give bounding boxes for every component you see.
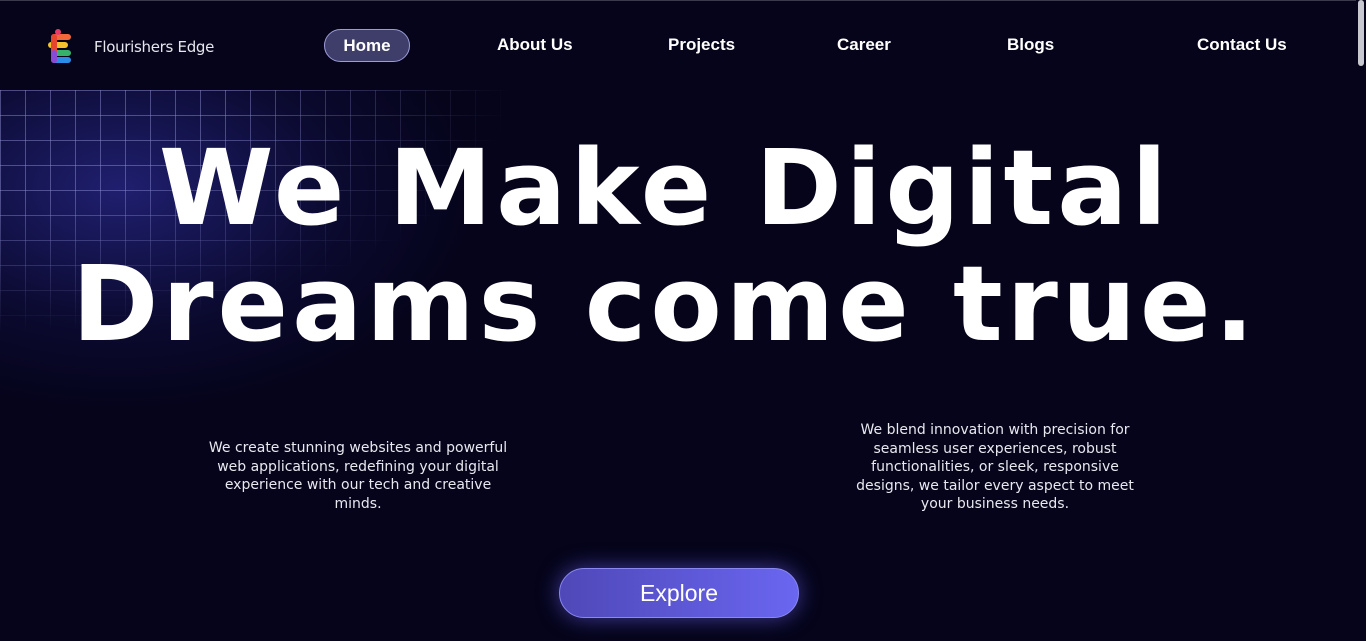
hero-headline: We Make Digital Dreams come true. [0, 130, 1330, 362]
page-scrollbar[interactable] [1356, 0, 1366, 641]
nav-blogs[interactable]: Blogs [1007, 35, 1054, 55]
brand-name[interactable]: Flourishers Edge [94, 38, 214, 56]
hero-description-left: We create stunning websites and powerful… [208, 440, 508, 512]
nav-projects[interactable]: Projects [668, 35, 735, 55]
explore-button[interactable]: Explore [559, 568, 799, 618]
nav-home[interactable]: Home [324, 29, 410, 62]
site-header: Flourishers Edge Home About Us Projects … [0, 0, 1356, 90]
scrollbar-thumb[interactable] [1358, 0, 1364, 66]
nav-contact-us[interactable]: Contact Us [1197, 35, 1287, 55]
nav-career[interactable]: Career [837, 35, 891, 55]
flourishers-edge-logo-icon[interactable] [45, 28, 75, 64]
hero-headline-line-2: Dreams come true. [71, 243, 1259, 365]
hero-description-right: We blend innovation with precision for s… [856, 422, 1134, 512]
hero-headline-line-1: We Make Digital [158, 127, 1172, 249]
nav-about-us[interactable]: About Us [497, 35, 573, 55]
